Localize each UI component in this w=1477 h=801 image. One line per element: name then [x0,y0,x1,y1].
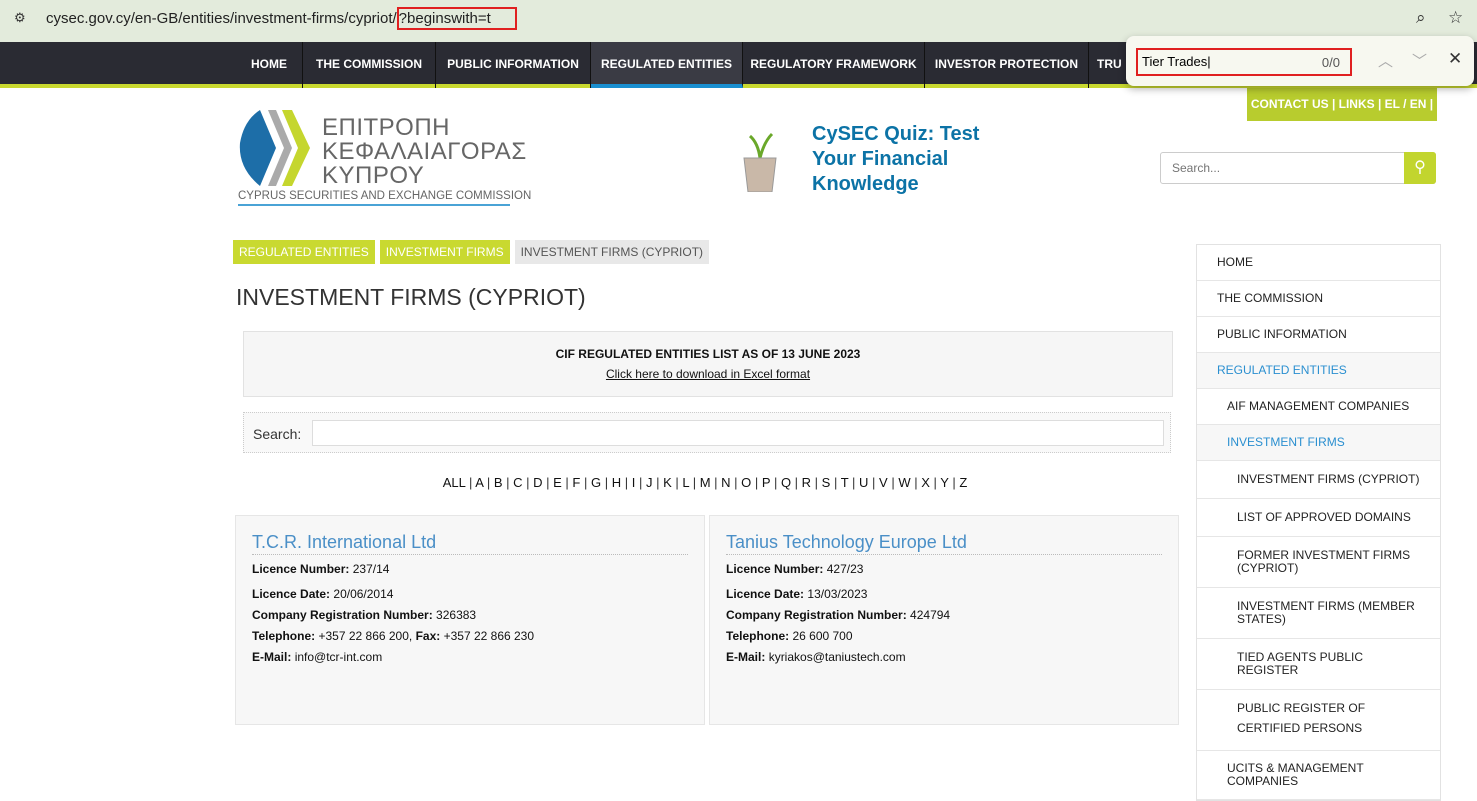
contact-links[interactable]: CONTACT US | LINKS | EL / EN | [1247,88,1437,121]
firm-card: T.C.R. International Ltd Licence Number:… [235,515,705,725]
firm-name-link[interactable]: T.C.R. International Ltd [252,532,688,555]
letter-b[interactable]: B [494,475,503,490]
filter-label: Search: [253,426,302,442]
url-text[interactable]: cysec.gov.cy/en-GB/entities/investment-f… [46,7,517,30]
letter-x[interactable]: X [921,475,930,490]
letter-k[interactable]: K [663,475,672,490]
lens-icon[interactable]: ⌕ [1416,8,1426,28]
letter-u[interactable]: U [859,475,868,490]
letter-v[interactable]: V [879,475,888,490]
sidebar-item-if-member-states[interactable]: INVESTMENT FIRMS (MEMBER STATES) [1197,588,1440,639]
nav-public-info[interactable]: PUBLIC INFORMATION [436,42,591,88]
sidebar-item-regulated-entities[interactable]: REGULATED ENTITIES [1197,353,1440,389]
logo-greek-text: ΕΠΙΤΡΟΠΗ ΚΕΦΑΛΑΙΑΓΟΡΑΣ ΚΥΠΡΟΥ [322,114,527,189]
site-search: ⚲ [1160,152,1436,184]
letter-o[interactable]: O [741,475,751,490]
firm-card: Tanius Technology Europe Ltd Licence Num… [709,515,1179,725]
find-input[interactable]: Tier Trades| 0/0 [1136,48,1352,76]
page-title: INVESTMENT FIRMS (CYPRIOT) [236,284,586,310]
letter-m[interactable]: M [700,475,711,490]
nav-home[interactable]: HOME [236,42,303,88]
sidebar-item-ucits[interactable]: UCITS & MANAGEMENT COMPANIES [1197,751,1440,800]
letter-y[interactable]: Y [940,475,948,490]
excel-download-link[interactable]: Click here to download in Excel format [244,367,1172,381]
licence-number: 237/14 [352,562,390,576]
breadcrumb-regulated-entities[interactable]: REGULATED ENTITIES [233,240,375,264]
search-icon[interactable]: ⚲ [1404,152,1436,184]
nav-tru[interactable]: TRU [1089,42,1126,88]
fax: +357 22 866 230 [443,629,535,643]
letter-p[interactable]: P [762,475,770,490]
sidebar-item-approved-domains[interactable]: LIST OF APPROVED DOMAINS [1197,499,1440,537]
letter-s[interactable]: S [822,475,831,490]
sidebar-item-if-cypriot[interactable]: INVESTMENT FIRMS (CYPRIOT) [1197,461,1440,499]
sidebar-item-tied-agents[interactable]: TIED AGENTS PUBLIC REGISTER [1197,639,1440,690]
sidebar-item-aif[interactable]: AIF MANAGEMENT COMPANIES [1197,389,1440,425]
breadcrumb-current: INVESTMENT FIRMS (CYPRIOT) [514,240,710,264]
letter-f[interactable]: F [572,475,580,490]
sidebar-item-home[interactable]: HOME [1197,245,1440,281]
nav-commission[interactable]: THE COMMISSION [303,42,436,88]
letter-l[interactable]: L [682,475,689,490]
letter-d[interactable]: D [533,475,542,490]
letter-w[interactable]: W [898,475,910,490]
sidebar-item-public-info[interactable]: PUBLIC INFORMATION [1197,317,1440,353]
logo-chevrons-icon [239,110,310,186]
letter-t[interactable]: T [841,475,849,490]
find-next-icon[interactable]: ﹀ [1412,50,1427,71]
firm-name-link[interactable]: Tanius Technology Europe Ltd [726,532,1162,555]
cif-list-box: CIF REGULATED ENTITIES LIST AS OF 13 JUN… [243,331,1173,397]
logo-english-text: CYPRUS SECURITIES AND EXCHANGE COMMISSIO… [238,190,531,206]
letter-c[interactable]: C [513,475,522,490]
sidebar-menu: HOME THE COMMISSION PUBLIC INFORMATION R… [1196,244,1441,801]
sidebar-item-investment-firms[interactable]: INVESTMENT FIRMS [1197,425,1440,461]
letter-n[interactable]: N [721,475,730,490]
site-search-input[interactable] [1161,153,1401,183]
telephone: 26 600 700 [792,629,853,643]
letter-all[interactable]: ALL [443,475,466,490]
letter-q[interactable]: Q [781,475,791,490]
breadcrumb-investment-firms[interactable]: INVESTMENT FIRMS [379,240,510,264]
reg-number: 326383 [436,608,477,622]
licence-date: 20/06/2014 [333,587,394,601]
letter-r[interactable]: R [802,475,811,490]
url-base: cysec.gov.cy/en-GB/entities/investment-f… [46,10,397,27]
url-query-highlight: ?beginswith=t [396,7,517,30]
licence-number: 427/23 [826,562,864,576]
email[interactable]: info@tcr-int.com [295,650,383,664]
telephone: +357 22 866 200 [318,629,409,643]
cif-heading: CIF REGULATED ENTITIES LIST AS OF 13 JUN… [555,347,861,361]
letter-h[interactable]: H [612,475,621,490]
filter-input[interactable] [312,420,1164,446]
find-count: 0/0 [1321,55,1340,70]
letter-g[interactable]: G [591,475,601,490]
plant-coins-icon [743,132,777,192]
letter-j[interactable]: J [646,475,653,490]
letter-e[interactable]: E [553,475,562,490]
find-prev-icon[interactable]: ︿ [1378,50,1393,71]
reg-number: 424794 [910,608,951,622]
letter-i[interactable]: I [632,475,636,490]
nav-investor-protection[interactable]: INVESTOR PROTECTION [925,42,1089,88]
close-icon[interactable]: ✕ [1448,49,1462,69]
nav-regulatory-framework[interactable]: REGULATORY FRAMEWORK [743,42,925,88]
letter-a[interactable]: A [475,475,483,490]
sidebar-item-certified-persons[interactable]: PUBLIC REGISTER OF CERTIFIED PERSONS [1197,690,1440,751]
site-settings-icon[interactable]: ⚙ [14,10,26,26]
quiz-title: CySEC Quiz: Test Your Financial Knowledg… [812,123,980,195]
breadcrumb: REGULATED ENTITIES INVESTMENT FIRMS INVE… [233,240,710,264]
letter-z[interactable]: Z [959,475,967,490]
bookmark-star-icon[interactable]: ☆ [1448,8,1463,28]
find-bar: Tier Trades| 0/0 ︿ ﹀ ✕ [1126,36,1474,86]
sidebar-item-former-if[interactable]: FORMER INVESTMENT FIRMS (CYPRIOT) [1197,537,1440,588]
email[interactable]: kyriakos@taniustech.com [769,650,906,664]
sidebar-item-commission[interactable]: THE COMMISSION [1197,281,1440,317]
filter-search: Search: [243,412,1171,453]
find-query: Tier Trades [1142,54,1208,69]
nav-regulated-entities[interactable]: REGULATED ENTITIES [591,42,743,88]
licence-date: 13/03/2023 [807,587,868,601]
